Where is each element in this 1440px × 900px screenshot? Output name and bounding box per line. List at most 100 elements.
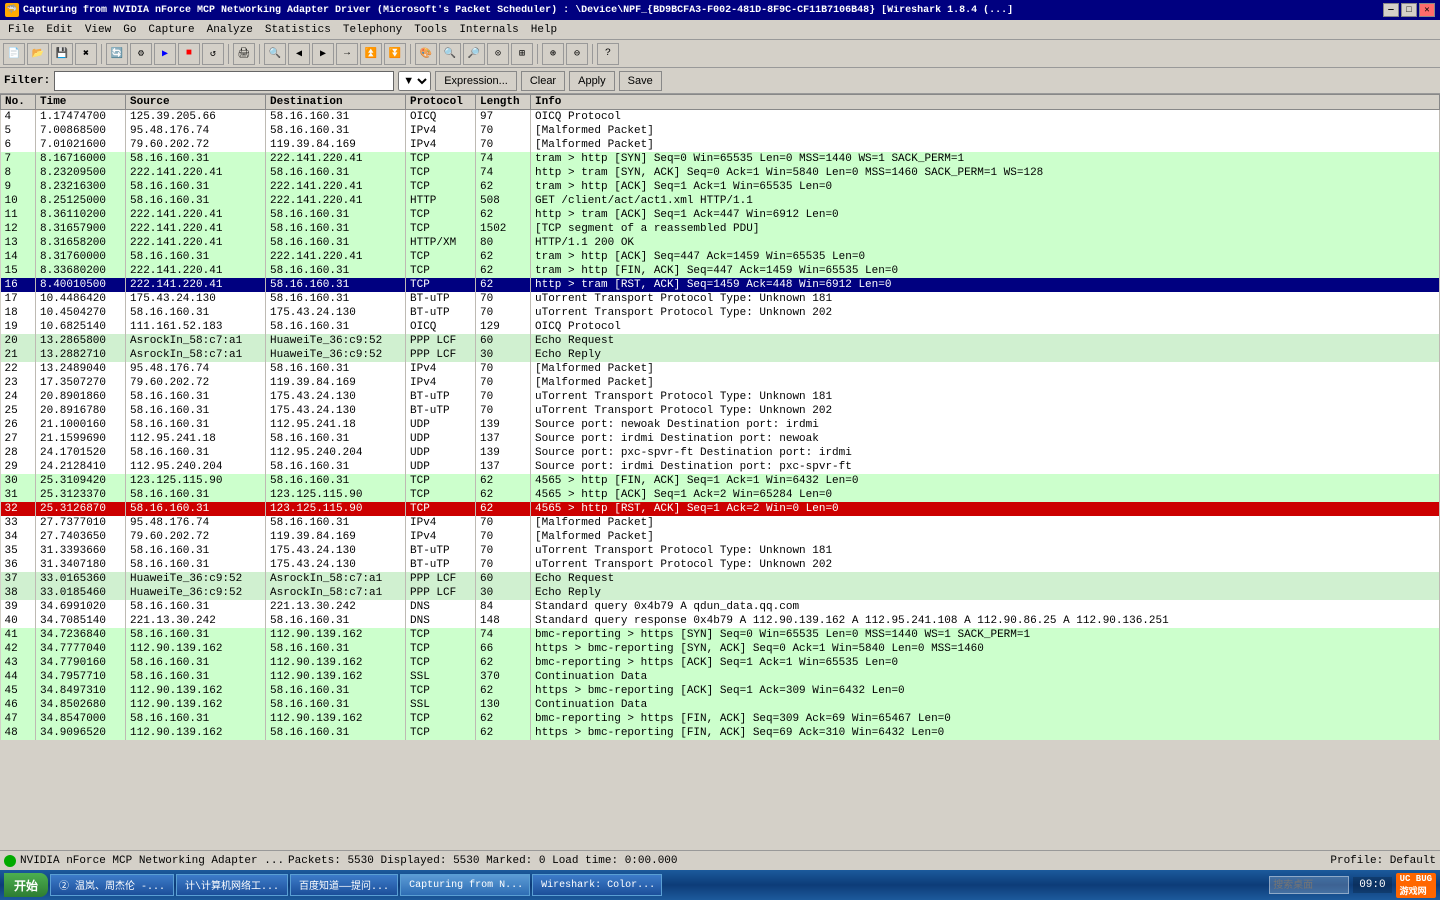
header-time[interactable]: Time bbox=[36, 95, 126, 110]
zoom-out-button[interactable]: 🔎 bbox=[463, 43, 485, 65]
close-button-tb[interactable]: ✖ bbox=[75, 43, 97, 65]
expression-button[interactable]: Expression... bbox=[435, 71, 517, 91]
menu-item-internals[interactable]: Internals bbox=[453, 22, 524, 38]
resize-button[interactable]: ⊞ bbox=[511, 43, 533, 65]
taskbar-item[interactable]: Capturing from N... bbox=[400, 874, 530, 896]
menu-item-capture[interactable]: Capture bbox=[142, 22, 200, 38]
expand-button[interactable]: ⊕ bbox=[542, 43, 564, 65]
header-no[interactable]: No. bbox=[1, 95, 36, 110]
table-row[interactable]: 78.1671600058.16.160.31222.141.220.41TCP… bbox=[1, 152, 1440, 166]
filter-dropdown[interactable]: ▼ bbox=[398, 71, 431, 91]
last-button[interactable]: ⏬ bbox=[384, 43, 406, 65]
help-button[interactable]: ? bbox=[597, 43, 619, 65]
start-capture-button[interactable]: ▶ bbox=[154, 43, 176, 65]
table-row[interactable]: 4134.723684058.16.160.31112.90.139.162TC… bbox=[1, 628, 1440, 642]
table-row[interactable]: 2824.170152058.16.160.31112.95.240.204UD… bbox=[1, 446, 1440, 460]
menu-item-view[interactable]: View bbox=[79, 22, 117, 38]
menu-item-analyze[interactable]: Analyze bbox=[201, 22, 259, 38]
zoom-orig-button[interactable]: ⊙ bbox=[487, 43, 509, 65]
table-row[interactable]: 148.3176000058.16.160.31222.141.220.41TC… bbox=[1, 250, 1440, 264]
menu-item-help[interactable]: Help bbox=[525, 22, 563, 38]
table-row[interactable]: 4234.7777040112.90.139.16258.16.160.31TC… bbox=[1, 642, 1440, 656]
collapse-button[interactable]: ⊖ bbox=[566, 43, 588, 65]
filter-input[interactable] bbox=[54, 71, 394, 91]
table-row[interactable]: 2621.100016058.16.160.31112.95.241.18UDP… bbox=[1, 418, 1440, 432]
table-row[interactable]: 3934.699102058.16.160.31221.13.30.242DNS… bbox=[1, 600, 1440, 614]
stop-capture-button[interactable]: ■ bbox=[178, 43, 200, 65]
table-row[interactable]: 2721.1599690112.95.241.1858.16.160.31UDP… bbox=[1, 432, 1440, 446]
open-button[interactable]: 📂 bbox=[27, 43, 49, 65]
table-row[interactable]: 3427.740365079.60.202.72119.39.84.169IPv… bbox=[1, 530, 1440, 544]
table-row[interactable]: 4034.7085140221.13.30.24258.16.160.31DNS… bbox=[1, 614, 1440, 628]
capture-options-button[interactable]: ⚙ bbox=[130, 43, 152, 65]
table-row[interactable]: 4834.9096520112.90.139.16258.16.160.31TC… bbox=[1, 726, 1440, 740]
goto-button[interactable]: → bbox=[336, 43, 358, 65]
minimize-button[interactable]: — bbox=[1383, 3, 1399, 17]
table-row[interactable]: 4534.8497310112.90.139.16258.16.160.31TC… bbox=[1, 684, 1440, 698]
zoom-in-button[interactable]: 🔍 bbox=[439, 43, 461, 65]
table-row[interactable]: 2113.2882710AsrockIn_58:c7:a1HuaweiTe_36… bbox=[1, 348, 1440, 362]
header-info[interactable]: Info bbox=[531, 95, 1440, 110]
menu-item-tools[interactable]: Tools bbox=[408, 22, 453, 38]
table-row[interactable]: 3833.0185460HuaweiTe_36:c9:52AsrockIn_58… bbox=[1, 586, 1440, 600]
table-row[interactable]: 3631.340718058.16.160.31175.43.24.130BT-… bbox=[1, 558, 1440, 572]
header-length[interactable]: Length bbox=[476, 95, 531, 110]
header-destination[interactable]: Destination bbox=[266, 95, 406, 110]
back-button[interactable]: ◀ bbox=[288, 43, 310, 65]
save-button[interactable]: 💾 bbox=[51, 43, 73, 65]
table-row[interactable]: 98.2321630058.16.160.31222.141.220.41TCP… bbox=[1, 180, 1440, 194]
desktop-search-input[interactable] bbox=[1269, 876, 1349, 894]
table-row[interactable]: 3225.312687058.16.160.31123.125.115.90TC… bbox=[1, 502, 1440, 516]
taskbar-item[interactable]: 计\计算机网络工... bbox=[176, 874, 288, 896]
start-button[interactable]: 开始 bbox=[4, 873, 48, 897]
table-row[interactable]: 4734.854700058.16.160.31112.90.139.162TC… bbox=[1, 712, 1440, 726]
table-row[interactable]: 41.17474700125.39.205.6658.16.160.31OICQ… bbox=[1, 110, 1440, 125]
clear-button[interactable]: Clear bbox=[521, 71, 565, 91]
menu-item-statistics[interactable]: Statistics bbox=[259, 22, 337, 38]
table-row[interactable]: 3025.3109420123.125.115.9058.16.160.31TC… bbox=[1, 474, 1440, 488]
header-source[interactable]: Source bbox=[126, 95, 266, 110]
table-row[interactable]: 2924.2128410112.95.240.20458.16.160.31UD… bbox=[1, 460, 1440, 474]
table-row[interactable]: 158.33680200222.141.220.4158.16.160.31TC… bbox=[1, 264, 1440, 278]
table-row[interactable]: 3733.0165360HuaweiTe_36:c9:52AsrockIn_58… bbox=[1, 572, 1440, 586]
forward-button[interactable]: ▶ bbox=[312, 43, 334, 65]
table-row[interactable]: 67.0102160079.60.202.72119.39.84.169IPv4… bbox=[1, 138, 1440, 152]
maximize-button[interactable]: □ bbox=[1401, 3, 1417, 17]
table-row[interactable]: 4634.8502680112.90.139.16258.16.160.31SS… bbox=[1, 698, 1440, 712]
save-filter-button[interactable]: Save bbox=[619, 71, 662, 91]
table-row[interactable]: 4434.795771058.16.160.31112.90.139.162SS… bbox=[1, 670, 1440, 684]
table-row[interactable]: 1810.450427058.16.160.31175.43.24.130BT-… bbox=[1, 306, 1440, 320]
menu-item-file[interactable]: File bbox=[2, 22, 40, 38]
restart-button[interactable]: ↺ bbox=[202, 43, 224, 65]
table-row[interactable]: 2213.248904095.48.176.7458.16.160.31IPv4… bbox=[1, 362, 1440, 376]
table-row[interactable]: 88.23209500222.141.220.4158.16.160.31TCP… bbox=[1, 166, 1440, 180]
table-row[interactable]: 2520.891678058.16.160.31175.43.24.130BT-… bbox=[1, 404, 1440, 418]
first-button[interactable]: ⏫ bbox=[360, 43, 382, 65]
table-row[interactable]: 128.31657900222.141.220.4158.16.160.31TC… bbox=[1, 222, 1440, 236]
table-row[interactable]: 3327.737701095.48.176.7458.16.160.31IPv4… bbox=[1, 516, 1440, 530]
find-button[interactable]: 🔍 bbox=[264, 43, 286, 65]
taskbar-item[interactable]: Wireshark: Color... bbox=[532, 874, 662, 896]
apply-button[interactable]: Apply bbox=[569, 71, 615, 91]
colorize-button[interactable]: 🎨 bbox=[415, 43, 437, 65]
menu-item-edit[interactable]: Edit bbox=[40, 22, 78, 38]
table-row[interactable]: 138.31658200222.141.220.4158.16.160.31HT… bbox=[1, 236, 1440, 250]
print-button[interactable]: 🖨 bbox=[233, 43, 255, 65]
table-row[interactable]: 1910.6825140111.161.52.18358.16.160.31OI… bbox=[1, 320, 1440, 334]
table-row[interactable]: 108.2512500058.16.160.31222.141.220.41HT… bbox=[1, 194, 1440, 208]
table-row[interactable]: 57.0086850095.48.176.7458.16.160.31IPv47… bbox=[1, 124, 1440, 138]
taskbar-item[interactable]: 百度知道——提问... bbox=[290, 874, 398, 896]
table-row[interactable]: 3125.312337058.16.160.31123.125.115.90TC… bbox=[1, 488, 1440, 502]
table-row[interactable]: 2317.350727079.60.202.72119.39.84.169IPv… bbox=[1, 376, 1440, 390]
table-row[interactable]: 3531.339366058.16.160.31175.43.24.130BT-… bbox=[1, 544, 1440, 558]
packet-table-container[interactable]: No. Time Source Destination Protocol Len… bbox=[0, 94, 1440, 774]
table-row[interactable]: 2420.890186058.16.160.31175.43.24.130BT-… bbox=[1, 390, 1440, 404]
table-row[interactable]: 118.36110200222.141.220.4158.16.160.31TC… bbox=[1, 208, 1440, 222]
table-row[interactable]: 4334.779016058.16.160.31112.90.139.162TC… bbox=[1, 656, 1440, 670]
menu-item-telephony[interactable]: Telephony bbox=[337, 22, 408, 38]
table-row[interactable]: 168.40010500222.141.220.4158.16.160.31TC… bbox=[1, 278, 1440, 292]
header-protocol[interactable]: Protocol bbox=[406, 95, 476, 110]
table-row[interactable]: 1710.4486420175.43.24.13058.16.160.31BT-… bbox=[1, 292, 1440, 306]
table-row[interactable]: 2013.2865800AsrockIn_58:c7:a1HuaweiTe_36… bbox=[1, 334, 1440, 348]
close-button[interactable]: ✕ bbox=[1419, 3, 1435, 17]
